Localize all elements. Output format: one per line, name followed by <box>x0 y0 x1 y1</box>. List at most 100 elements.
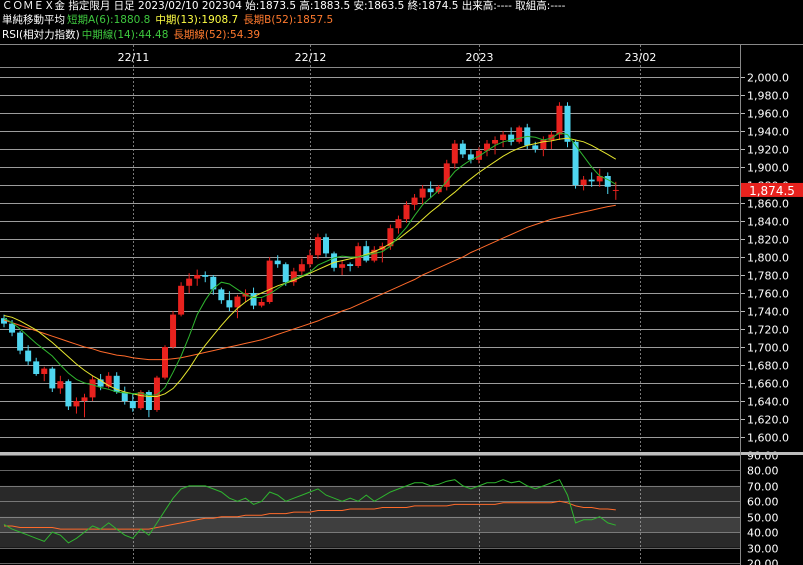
price-tick-label: 1,900.0 <box>747 162 789 175</box>
rsi-tick-label: 70.00 <box>747 481 779 494</box>
last-price-label: 1,874.5 <box>749 184 795 198</box>
candle-body <box>194 275 201 279</box>
candle-body <box>274 260 281 265</box>
price-tick-label: 1,620.0 <box>747 414 789 427</box>
candle-body <box>395 219 402 229</box>
candle-body <box>532 145 539 149</box>
price-tick-label: 1,680.0 <box>747 360 789 373</box>
x-axis-label: 22/12 <box>295 51 327 64</box>
candle-body <box>331 253 338 268</box>
candle-body <box>314 237 321 256</box>
x-axis-label: 23/02 <box>625 51 657 64</box>
price-tick-label: 1,660.0 <box>747 378 789 391</box>
rsi-tick-label: 50.00 <box>747 512 779 525</box>
price-tick-label: 1,980.0 <box>747 90 789 103</box>
price-tick-label: 1,800.0 <box>747 252 789 265</box>
rsi-bands <box>0 485 740 548</box>
price-tick-label: 1,740.0 <box>747 306 789 319</box>
rsi-legend: 中期線(14):44.48 <box>81 29 169 41</box>
candle-body <box>33 361 40 374</box>
instrument-info: ＣＯＭＥＸ金 指定限月 日足 2023/02/10 202304 始:1873.… <box>2 0 566 12</box>
candle-body <box>65 381 72 407</box>
candle-body <box>49 368 56 389</box>
candle-body <box>323 237 329 254</box>
price-tick-label: 1,860.0 <box>747 198 789 211</box>
candle-body <box>81 397 88 401</box>
candle-body <box>500 134 507 140</box>
candle-body <box>178 285 185 315</box>
candle-body <box>419 188 426 198</box>
price-tick-label: 1,600.0 <box>747 432 789 445</box>
rsi-tick-label: 20.00 <box>747 558 779 565</box>
candle-body <box>17 332 24 351</box>
rsi-y-axis: 90.00 80.00 70.00 60.00 50.00 40.00 30.00 20.00 <box>747 450 779 565</box>
rsi-tick-label: 60.00 <box>747 496 779 509</box>
rsi-long-legend: 長期線(52):54.39 <box>173 29 261 41</box>
candle-body <box>73 401 80 407</box>
candle-body <box>105 375 112 387</box>
candle-body <box>89 379 96 398</box>
price-tick-label: 1,960.0 <box>747 108 789 121</box>
candle-body <box>298 264 305 272</box>
price-tick-label: 1,760.0 <box>747 288 789 301</box>
candle-body <box>210 276 217 290</box>
chart-canvas: 22/11 22/12 2023 23/02 2,000.0 1,980.0 1,960.… <box>0 44 803 565</box>
candle-body <box>403 204 410 220</box>
candle-body <box>564 105 571 142</box>
price-tick-label: 1,780.0 <box>747 270 789 283</box>
candle-body <box>492 140 499 144</box>
candle-body <box>250 293 257 306</box>
candle-body <box>137 392 144 409</box>
price-tick-label: 1,720.0 <box>747 324 789 337</box>
rsi-label: RSI(相対力指数) <box>2 29 80 41</box>
candle-body <box>234 296 241 308</box>
price-tick-label: 1,920.0 <box>747 144 789 157</box>
candle-body <box>218 289 225 301</box>
candle-body <box>306 255 313 265</box>
candle-body <box>41 368 48 374</box>
candle-body <box>153 377 160 410</box>
candle-body <box>612 189 619 191</box>
price-tick-label: 1,940.0 <box>747 126 789 139</box>
candle-body <box>580 179 587 185</box>
candle-body <box>282 264 289 283</box>
candle-body <box>25 350 32 362</box>
candle-body <box>186 278 193 286</box>
candle-body <box>588 179 595 182</box>
price-y-axis: 2,000.0 1,980.0 1,960.0 1,940.0 1,920.0 1,900… <box>741 72 789 445</box>
candle-body <box>226 300 233 308</box>
ma-long-legend: 長期B(52):1857.5 <box>243 14 334 26</box>
candle-body <box>202 275 209 277</box>
header-line-3: RSI(相対力指数) 中期線(14):44.48 長期線(52):54.39 <box>2 29 265 42</box>
candle-body <box>339 264 346 268</box>
candle-body <box>427 188 434 193</box>
price-tick-label: 1,820.0 <box>747 234 789 247</box>
last-price-marker: 1,874.5 <box>741 182 803 198</box>
candle-body <box>266 260 273 302</box>
x-axis-label: 2023 <box>466 51 494 64</box>
candle-body <box>451 143 458 164</box>
ma-label: 単純移動平均 <box>2 14 65 26</box>
price-tick-label: 1,700.0 <box>747 342 789 355</box>
candle-body <box>347 264 354 266</box>
rsi-tick-label: 80.00 <box>747 465 779 478</box>
candle-body <box>411 197 418 205</box>
ma-mid-legend: 中期(13):1908.7 <box>155 14 239 26</box>
rsi-tick-label: 90.00 <box>747 450 779 463</box>
candle-body <box>604 176 611 187</box>
header-line-2: 単純移動平均 短期A(6):1880.8 中期(13):1908.7 長期B(52):… <box>2 14 338 27</box>
candle-body <box>57 381 64 389</box>
candle-body <box>556 105 563 135</box>
ma-short-legend: 短期A(6):1880.8 <box>67 14 151 26</box>
price-tick-label: 1,640.0 <box>747 396 789 409</box>
candle-body <box>516 127 523 142</box>
price-tick-label: 1,840.0 <box>747 216 789 229</box>
rsi-tick-label: 40.00 <box>747 527 779 540</box>
candle-body <box>162 347 168 378</box>
candle-body <box>129 401 136 409</box>
rsi-tick-label: 30.00 <box>747 543 779 556</box>
candle-body <box>459 143 466 155</box>
candle-body <box>170 314 177 347</box>
header-line-1: ＣＯＭＥＸ金 指定限月 日足 2023/02/10 202304 始:1873.… <box>2 0 570 13</box>
price-tick-label: 2,000.0 <box>747 72 789 85</box>
